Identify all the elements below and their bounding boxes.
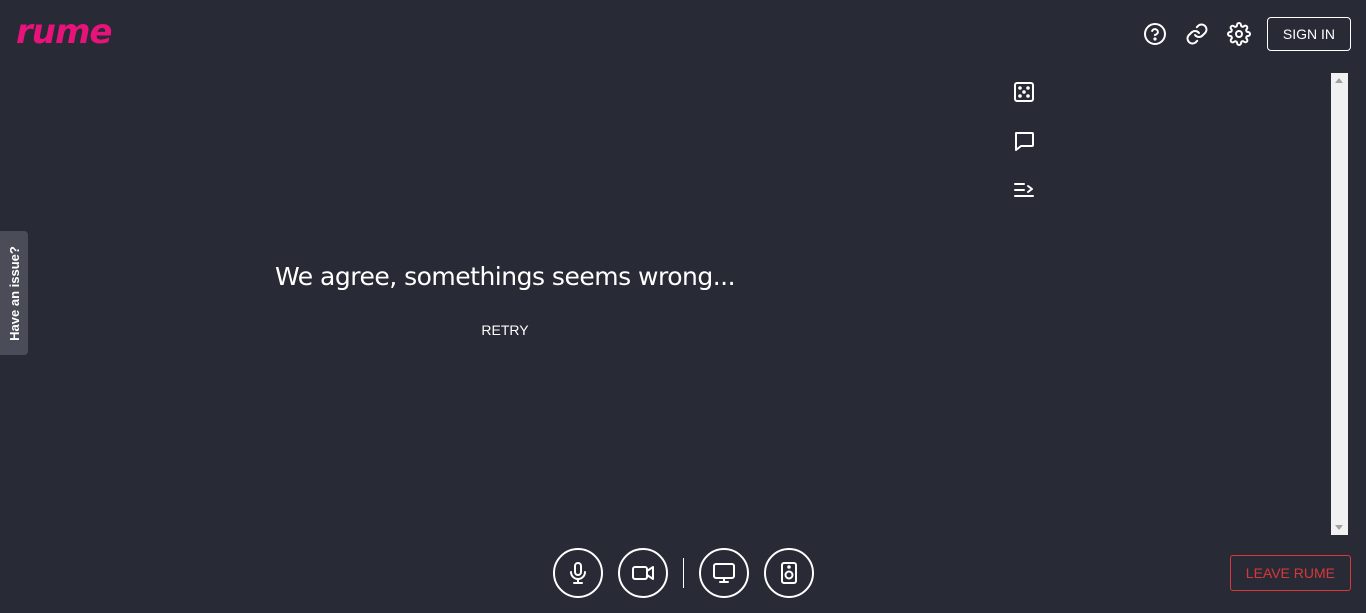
media-controls [553, 548, 814, 598]
scrollbar[interactable] [1331, 73, 1348, 535]
camera-button[interactable] [618, 548, 668, 598]
retry-button[interactable]: RETRY [455, 318, 555, 342]
dice-icon[interactable] [1010, 78, 1038, 106]
microphone-icon [570, 562, 586, 584]
issue-tab-label: Have an issue? [6, 245, 22, 341]
scroll-up-icon[interactable] [1335, 78, 1343, 83]
scroll-down-icon[interactable] [1335, 525, 1343, 530]
help-circle-icon[interactable] [1141, 20, 1169, 48]
have-an-issue-tab[interactable]: Have an issue? [0, 231, 28, 355]
microphone-button[interactable] [553, 548, 603, 598]
gear-icon[interactable] [1225, 20, 1253, 48]
speaker-icon [781, 562, 797, 584]
leave-rume-button[interactable]: LEAVE RUME [1229, 555, 1351, 591]
error-message: We agree, somethings seems wrong... [274, 262, 736, 291]
app-root: rume SIGN IN Have an issue? We agree, so… [0, 0, 1366, 613]
chat-bubble-icon[interactable] [1010, 127, 1038, 155]
rume-logo[interactable]: rume [16, 12, 112, 52]
controls-divider [683, 558, 684, 588]
side-toolbar [1010, 78, 1038, 204]
monitor-icon [713, 563, 735, 583]
link-icon[interactable] [1183, 20, 1211, 48]
queue-list-icon[interactable] [1010, 176, 1038, 204]
video-camera-icon [632, 566, 654, 580]
speaker-button[interactable] [764, 548, 814, 598]
header-actions: SIGN IN [1141, 17, 1351, 51]
screen-share-button[interactable] [699, 548, 749, 598]
sign-in-button[interactable]: SIGN IN [1266, 17, 1351, 51]
